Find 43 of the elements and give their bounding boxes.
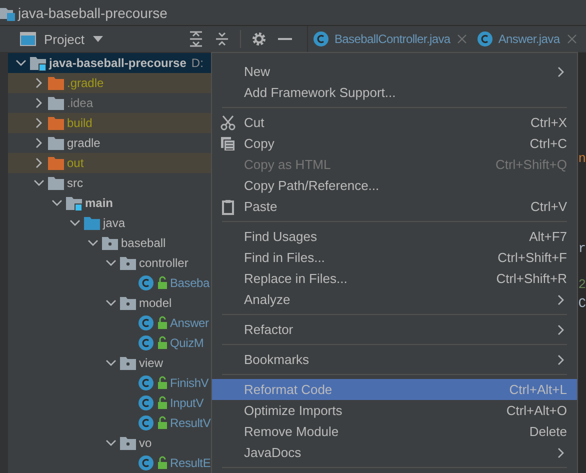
- package-folder-icon: [120, 355, 136, 371]
- window-icon: [20, 32, 36, 46]
- code-text: r: [578, 241, 586, 256]
- class-icon: [138, 455, 154, 471]
- class-icon: [138, 275, 154, 291]
- module-folder-icon: [66, 195, 82, 211]
- class-icon: [138, 375, 154, 391]
- unlocked-padlock-icon: [157, 416, 167, 430]
- unlocked-padlock-icon: [157, 396, 167, 410]
- unlocked-padlock-icon: [157, 336, 167, 350]
- package-folder-icon: [120, 255, 136, 271]
- class-icon: [138, 335, 154, 351]
- folder-icon: [48, 75, 64, 91]
- expand-all-icon[interactable]: [188, 31, 204, 47]
- unlocked-padlock-icon: [157, 316, 167, 330]
- folder-icon: [48, 95, 64, 111]
- class-icon: [138, 395, 154, 411]
- module-folder-icon: [30, 55, 46, 71]
- package-folder-icon: [102, 235, 118, 251]
- editor-tab[interactable]: Answer.java: [472, 26, 582, 52]
- class-icon: [138, 415, 154, 431]
- unlocked-padlock-icon: [157, 276, 167, 290]
- editor-tab[interactable]: BaseballController.java: [308, 26, 472, 52]
- window-title: java-baseball-precourse: [18, 4, 168, 20]
- class-icon: [313, 31, 330, 47]
- code-text: C: [578, 296, 586, 311]
- package-folder-icon: [120, 295, 136, 311]
- code-text: 2: [578, 277, 586, 292]
- project-view-dropdown[interactable]: Project: [18, 32, 106, 46]
- caret-down-icon: [92, 35, 104, 43]
- folder-icon: [48, 115, 64, 131]
- unlocked-padlock-icon: [157, 456, 167, 470]
- folder-icon: [48, 175, 64, 191]
- settings-icon[interactable]: [251, 31, 268, 47]
- unlocked-padlock-icon: [157, 376, 167, 390]
- class-icon: [138, 315, 154, 331]
- folder-icon: [48, 155, 64, 171]
- collapse-all-icon[interactable]: [214, 31, 230, 47]
- folder-icon: [48, 135, 64, 151]
- code-text: n: [578, 151, 586, 166]
- package-folder-icon: [120, 435, 136, 451]
- folder-icon: [84, 215, 100, 231]
- class-icon: [477, 31, 494, 47]
